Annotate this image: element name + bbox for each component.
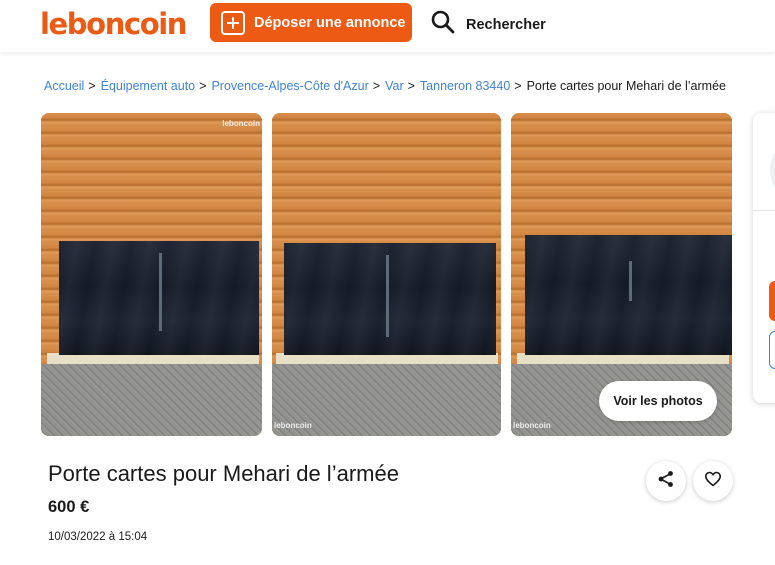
photo-rail: [386, 255, 389, 337]
breadcrumb-item-equipement-auto[interactable]: Équipement auto: [101, 79, 196, 93]
share-icon: [657, 470, 675, 493]
share-button[interactable]: [646, 461, 686, 501]
watermark: leboncoin: [513, 421, 551, 430]
breadcrumb-current: Porte cartes pour Mehari de l’armée: [526, 79, 726, 93]
breadcrumb-item-region[interactable]: Provence-Alpes-Côte d'Azur: [211, 79, 368, 93]
breadcrumb: Accueil > Équipement auto > Provence-Alp…: [44, 79, 726, 93]
breadcrumb-item-accueil[interactable]: Accueil: [44, 79, 84, 93]
breadcrumb-item-departement[interactable]: Var: [385, 79, 404, 93]
photo-rail: [629, 261, 632, 301]
listing-title: Porte cartes pour Mehari de l’armée: [48, 461, 399, 486]
photo-rail: [159, 253, 162, 331]
listing-date: 10/03/2022 à 15:04: [48, 531, 148, 543]
search-label: Rechercher: [466, 16, 546, 33]
watermark: leboncoin: [222, 119, 260, 128]
avatar[interactable]: [770, 146, 775, 194]
breadcrumb-separator: >: [407, 79, 415, 93]
breadcrumb-separator: >: [514, 79, 522, 93]
top-header: leboncoin Déposer une annonce Rechercher: [0, 0, 775, 52]
seller-card: [753, 113, 775, 403]
heart-icon: [704, 470, 722, 493]
secondary-button[interactable]: [769, 331, 775, 369]
search-link[interactable]: Rechercher: [430, 9, 546, 40]
magnifier-icon: [430, 9, 456, 40]
favorite-button[interactable]: [693, 461, 733, 501]
breadcrumb-separator: >: [372, 79, 381, 93]
divider: [753, 210, 775, 211]
listing-price: 600 €: [48, 498, 90, 516]
listing-photo-2[interactable]: leboncoin: [272, 113, 501, 436]
breadcrumb-item-ville[interactable]: Tanneron 83440: [420, 79, 510, 93]
deposer-annonce-label: Déposer une annonce: [254, 14, 406, 31]
leboncoin-logo[interactable]: leboncoin: [40, 7, 187, 41]
photo-cover: [284, 243, 496, 355]
contact-button[interactable]: [769, 281, 775, 321]
plus-square-icon: [221, 10, 245, 35]
voir-les-photos-button[interactable]: Voir les photos: [599, 381, 717, 421]
breadcrumb-separator: >: [199, 79, 207, 93]
deposer-annonce-button[interactable]: Déposer une annonce: [210, 3, 412, 42]
listing-photo-1[interactable]: leboncoin: [41, 113, 262, 436]
photo-ground: [41, 364, 262, 436]
watermark: leboncoin: [274, 421, 312, 430]
breadcrumb-separator: >: [88, 79, 96, 93]
